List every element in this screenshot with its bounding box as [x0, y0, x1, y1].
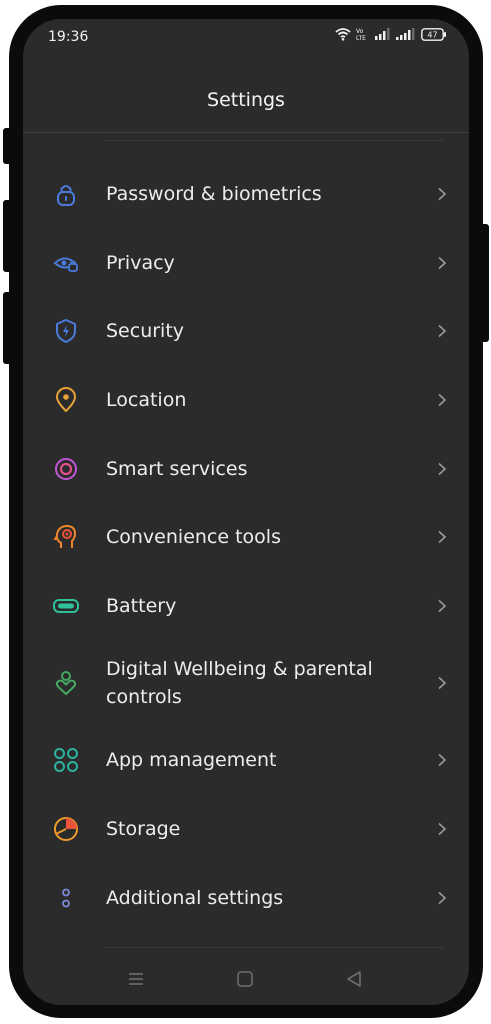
- settings-item-label: Smart services: [106, 457, 248, 480]
- chevron-right-icon: [435, 530, 449, 544]
- head-target-icon: [52, 523, 80, 551]
- chevron-right-icon: [435, 753, 449, 767]
- settings-item-password-biometrics[interactable]: Password & biometrics: [23, 160, 469, 229]
- chevron-right-icon: [435, 187, 449, 201]
- chevron-right-icon: [435, 256, 449, 270]
- battery-icon: [52, 592, 80, 620]
- location-pin-icon: [52, 386, 80, 414]
- shield-icon: [52, 317, 80, 345]
- chevron-right-icon: [435, 324, 449, 338]
- settings-list: Password & biometrics Privacy Security L…: [23, 160, 469, 932]
- settings-item-battery[interactable]: Battery: [23, 572, 469, 641]
- settings-item-security[interactable]: Security: [23, 297, 469, 366]
- apps-grid-icon: [52, 746, 80, 774]
- chevron-right-icon: [435, 599, 449, 613]
- settings-item-convenience-tools[interactable]: Convenience tools: [23, 503, 469, 572]
- settings-item-storage[interactable]: Storage: [23, 795, 469, 864]
- settings-item-label: Convenience tools: [106, 526, 281, 549]
- settings-item-label: Storage: [106, 818, 181, 841]
- settings-item-smart-services[interactable]: Smart services: [23, 434, 469, 503]
- settings-item-label: Additional settings: [106, 886, 284, 909]
- signal-2-icon: [396, 28, 416, 40]
- home-icon[interactable]: [234, 968, 256, 990]
- title-divider: [23, 132, 469, 133]
- wellbeing-heart-icon: [52, 669, 80, 697]
- list-divider: [105, 140, 444, 141]
- settings-item-label: Digital Wellbeing & parental controls: [106, 658, 373, 709]
- back-icon[interactable]: [343, 968, 365, 990]
- chevron-right-icon: [435, 676, 449, 690]
- settings-item-privacy[interactable]: Privacy: [23, 229, 469, 298]
- chevron-right-icon: [435, 393, 449, 407]
- eye-lock-icon: [52, 249, 80, 277]
- dots-icon: [52, 884, 80, 912]
- nav-divider: [105, 947, 444, 948]
- signal-1-icon: [375, 28, 391, 40]
- page-title: Settings: [207, 89, 285, 111]
- settings-item-label: Privacy: [106, 251, 175, 274]
- settings-item-label: Battery: [106, 594, 177, 617]
- smart-ring-icon: [52, 455, 80, 483]
- settings-item-label: Security: [106, 320, 185, 343]
- menu-icon[interactable]: [125, 968, 147, 990]
- battery-status-icon: 47: [421, 27, 447, 41]
- settings-item-app-management[interactable]: App management: [23, 726, 469, 795]
- svg-text:LTE: LTE: [356, 35, 366, 41]
- volte-icon: Vo LTE: [356, 27, 370, 41]
- settings-item-digital-wellbeing[interactable]: Digital Wellbeing & parental controls: [23, 640, 469, 726]
- status-icons: Vo LTE 47: [335, 27, 447, 41]
- chevron-right-icon: [435, 891, 449, 905]
- settings-item-location[interactable]: Location: [23, 366, 469, 435]
- status-time: 19:36: [48, 29, 89, 45]
- settings-item-additional-settings[interactable]: Additional settings: [23, 863, 469, 932]
- chevron-right-icon: [435, 462, 449, 476]
- storage-pie-icon: [52, 815, 80, 843]
- navigation-bar: [23, 964, 469, 994]
- phone-screen: 19:36 Vo LTE 47 Settings Password & biom…: [23, 19, 469, 1005]
- lock-icon: [52, 180, 80, 208]
- battery-level-text: 47: [427, 30, 437, 39]
- chevron-right-icon: [435, 822, 449, 836]
- settings-item-label: Password & biometrics: [106, 183, 322, 206]
- svg-text:Vo: Vo: [356, 28, 364, 35]
- wifi-icon: [335, 27, 351, 41]
- settings-item-label: App management: [106, 749, 277, 772]
- status-bar: 19:36 Vo LTE 47: [23, 19, 469, 59]
- settings-item-label: Location: [106, 389, 187, 412]
